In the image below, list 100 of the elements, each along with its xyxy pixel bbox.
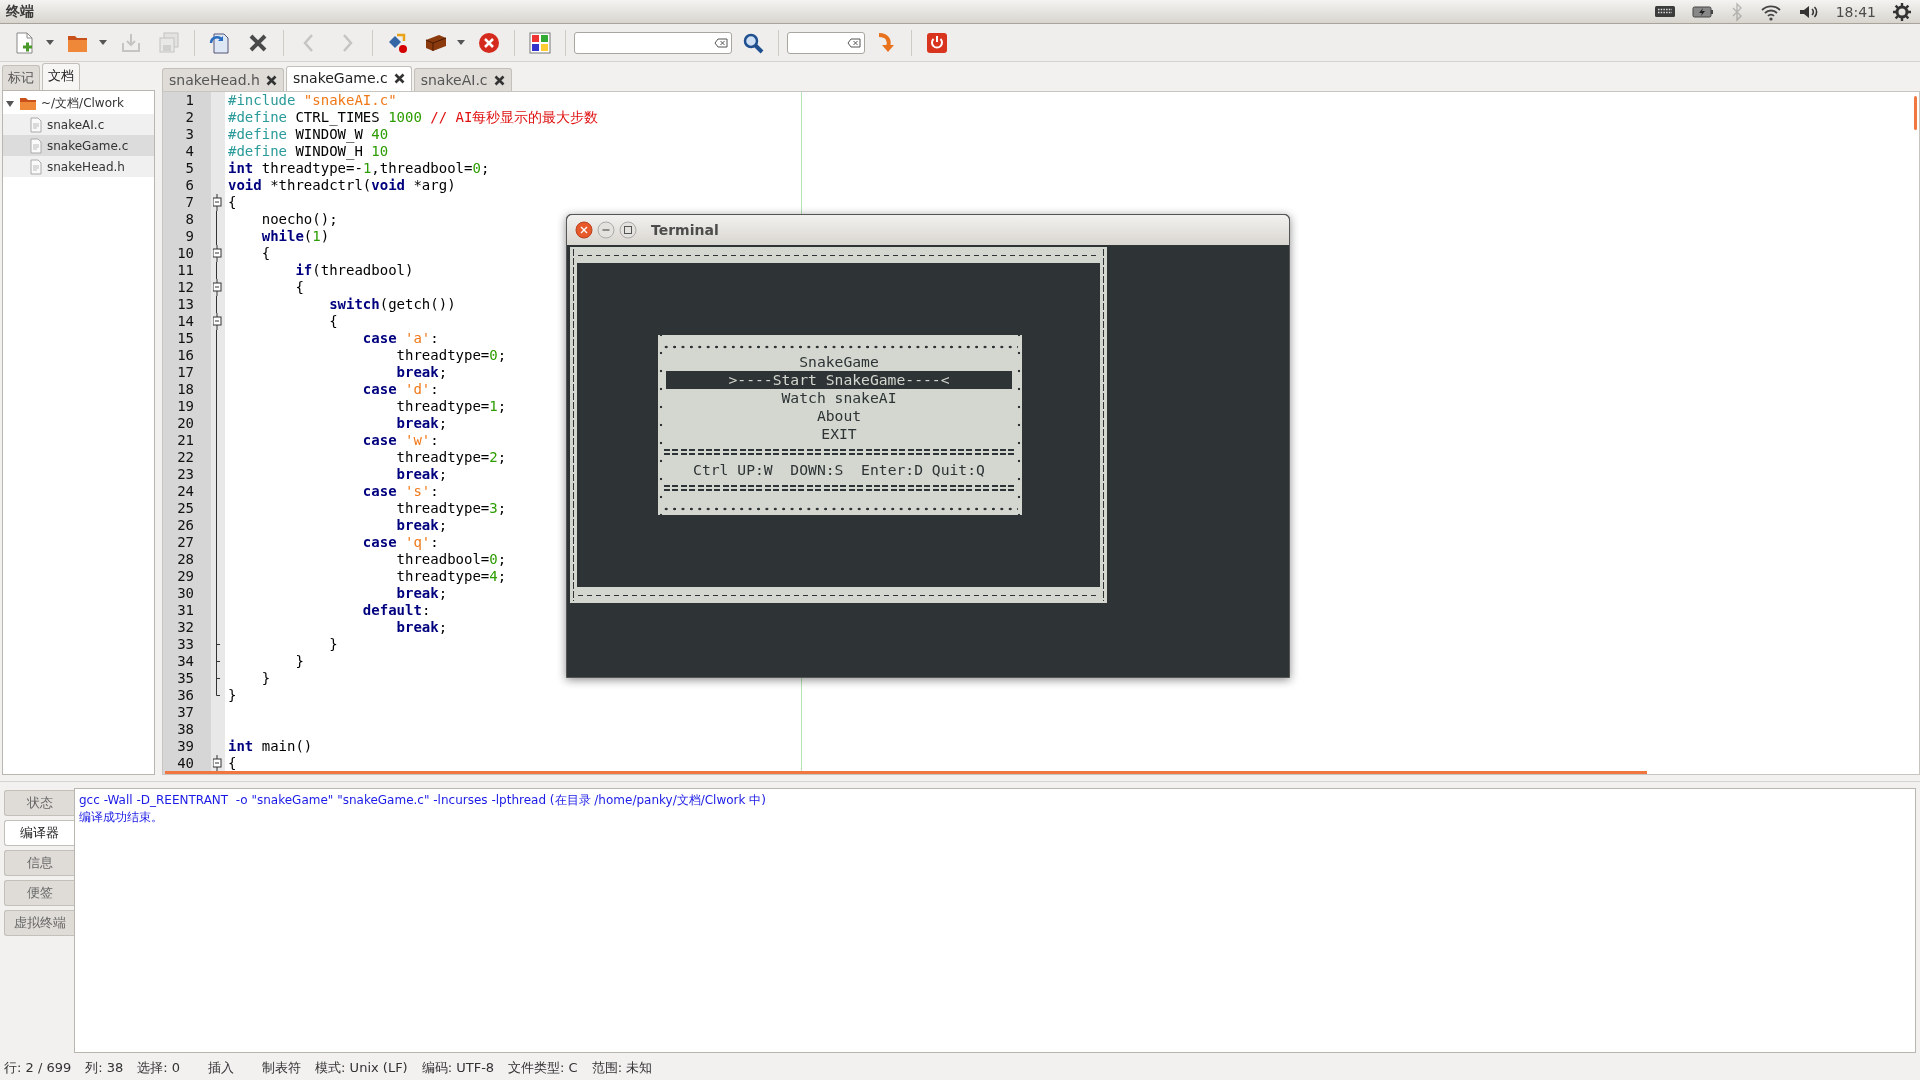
caret-icon[interactable]	[99, 40, 107, 45]
tree-item[interactable]: snakeAI.c	[3, 114, 154, 135]
close-icon[interactable]	[265, 74, 277, 86]
line-number: 17	[176, 364, 195, 381]
compiler-message: gcc -Wall -D_REENTRANT -o "snakeGame" "snakeGame.c" -lncurses -lpthread (在目录 /home/panky/文档/Clwork 中)	[79, 792, 767, 809]
file-icon	[29, 116, 43, 133]
line-number: 3	[184, 126, 195, 143]
color-grid-icon[interactable]	[528, 30, 552, 55]
status-text: 行: 2 / 699	[4, 1058, 72, 1077]
window-title: 终端	[6, 2, 34, 21]
reload-icon[interactable]	[208, 30, 232, 55]
code-line: threadtype=4;	[395, 568, 507, 585]
power-icon[interactable]	[925, 30, 949, 55]
line-number: 22	[176, 449, 195, 466]
close-icon[interactable]	[393, 72, 405, 84]
file-tab[interactable]: snakeGame.c	[285, 66, 412, 91]
line-number: 33	[176, 636, 195, 653]
maximize-icon[interactable]	[619, 221, 637, 239]
panel-tab[interactable]: 虚拟终端	[4, 910, 74, 936]
code-line: break;	[395, 585, 448, 602]
caret-icon[interactable]	[46, 40, 54, 45]
stop-icon[interactable]	[477, 30, 501, 55]
code-line: break;	[395, 466, 448, 483]
minimize-icon[interactable]	[597, 221, 615, 239]
file-icon	[29, 158, 43, 175]
line-number: 8	[184, 211, 195, 228]
code-line: void *threadctrl(void *arg)	[227, 177, 456, 194]
code-line: #define CTRL_TIMES 1000 // AI每秒显示的最大步数	[227, 109, 599, 126]
line-number: 20	[176, 415, 195, 432]
line-number: 15	[176, 330, 195, 347]
code-line: case 's':	[361, 483, 439, 500]
search-field[interactable]	[574, 31, 732, 54]
sidebar-tab[interactable]: 标记	[2, 65, 40, 90]
code-line: break;	[395, 517, 448, 534]
code-line: #define WINDOW_H 10	[227, 143, 389, 160]
menu-item[interactable]: >----Start SnakeGame----<	[666, 371, 1012, 389]
status-text: 列: 38	[85, 1058, 124, 1077]
status-text: 编码: UTF-8	[421, 1058, 495, 1077]
code-line: {	[227, 194, 237, 211]
close-icon[interactable]	[493, 74, 505, 86]
line-number: 18	[176, 381, 195, 398]
code-line: threadbool=0;	[395, 551, 507, 568]
caret-icon[interactable]	[457, 40, 465, 45]
line-number: 12	[176, 279, 195, 296]
line-number: 10	[176, 245, 195, 262]
code-line: break;	[395, 619, 448, 636]
search-field[interactable]	[787, 31, 865, 54]
line-number: 6	[184, 177, 195, 194]
code-line: }	[294, 653, 304, 670]
close-icon[interactable]	[575, 221, 593, 239]
line-number: 30	[176, 585, 195, 602]
panel-tab[interactable]: 信息	[4, 850, 74, 876]
panel-tab[interactable]: 便签	[4, 880, 74, 906]
code-line: while(1)	[260, 228, 330, 245]
line-number: 37	[176, 704, 195, 721]
file-tab[interactable]: snakeAI.c	[413, 68, 512, 91]
code-line: threadtype=1;	[395, 398, 507, 415]
gear-icon[interactable]	[1892, 1, 1912, 22]
panel-tab[interactable]: 编译器	[4, 820, 74, 846]
line-number: 26	[176, 517, 195, 534]
status-text: 选择: 0	[137, 1058, 181, 1077]
line-number: 29	[176, 568, 195, 585]
line-number: 35	[176, 670, 195, 687]
folder-icon	[19, 96, 37, 111]
code-line: case 'd':	[361, 381, 439, 398]
line-number: 24	[176, 483, 195, 500]
line-number: 40	[176, 755, 195, 772]
line-number: 1	[184, 92, 195, 109]
code-line: break;	[395, 364, 448, 381]
code-line: }	[260, 670, 271, 687]
line-number: 27	[176, 534, 195, 551]
line-number: 32	[176, 619, 195, 636]
file-tab[interactable]: snakeHead.h	[162, 68, 284, 91]
code-line: int threadtype=-1,threadbool=0;	[227, 160, 490, 177]
line-number: 13	[176, 296, 195, 313]
status-text: 文件类型: C	[508, 1058, 578, 1077]
menu-item[interactable]: About	[666, 407, 1012, 425]
code-line: case 'q':	[361, 534, 439, 551]
tree-item[interactable]: ~/文档/Clwork	[3, 93, 154, 114]
code-line: #define WINDOW_W 40	[227, 126, 389, 143]
line-number: 16	[176, 347, 195, 364]
clear-icon	[847, 37, 861, 48]
menu-title: SnakeGame	[798, 353, 880, 371]
code-line: threadtype=2;	[395, 449, 507, 466]
sidebar-tab[interactable]: 文档	[42, 63, 80, 90]
line-number: 21	[176, 432, 195, 449]
tree-item[interactable]: snakeHead.h	[3, 156, 154, 177]
line-number: 11	[176, 262, 195, 279]
panel-tab[interactable]: 状态	[4, 790, 74, 816]
code-line: threadtype=0;	[395, 347, 507, 364]
line-number: 39	[176, 738, 195, 755]
code-line: noecho();	[260, 211, 338, 228]
menu-item[interactable]: Watch snakeAI	[666, 389, 1012, 407]
clock-text[interactable]: 18:41	[1835, 3, 1876, 20]
tree-item[interactable]: snakeGame.c	[3, 135, 154, 156]
code-line: }	[328, 636, 338, 653]
code-line: default:	[361, 602, 431, 619]
line-number: 5	[184, 160, 195, 177]
menu-item[interactable]: EXIT	[666, 425, 1012, 443]
scrollbar	[1914, 96, 1917, 130]
